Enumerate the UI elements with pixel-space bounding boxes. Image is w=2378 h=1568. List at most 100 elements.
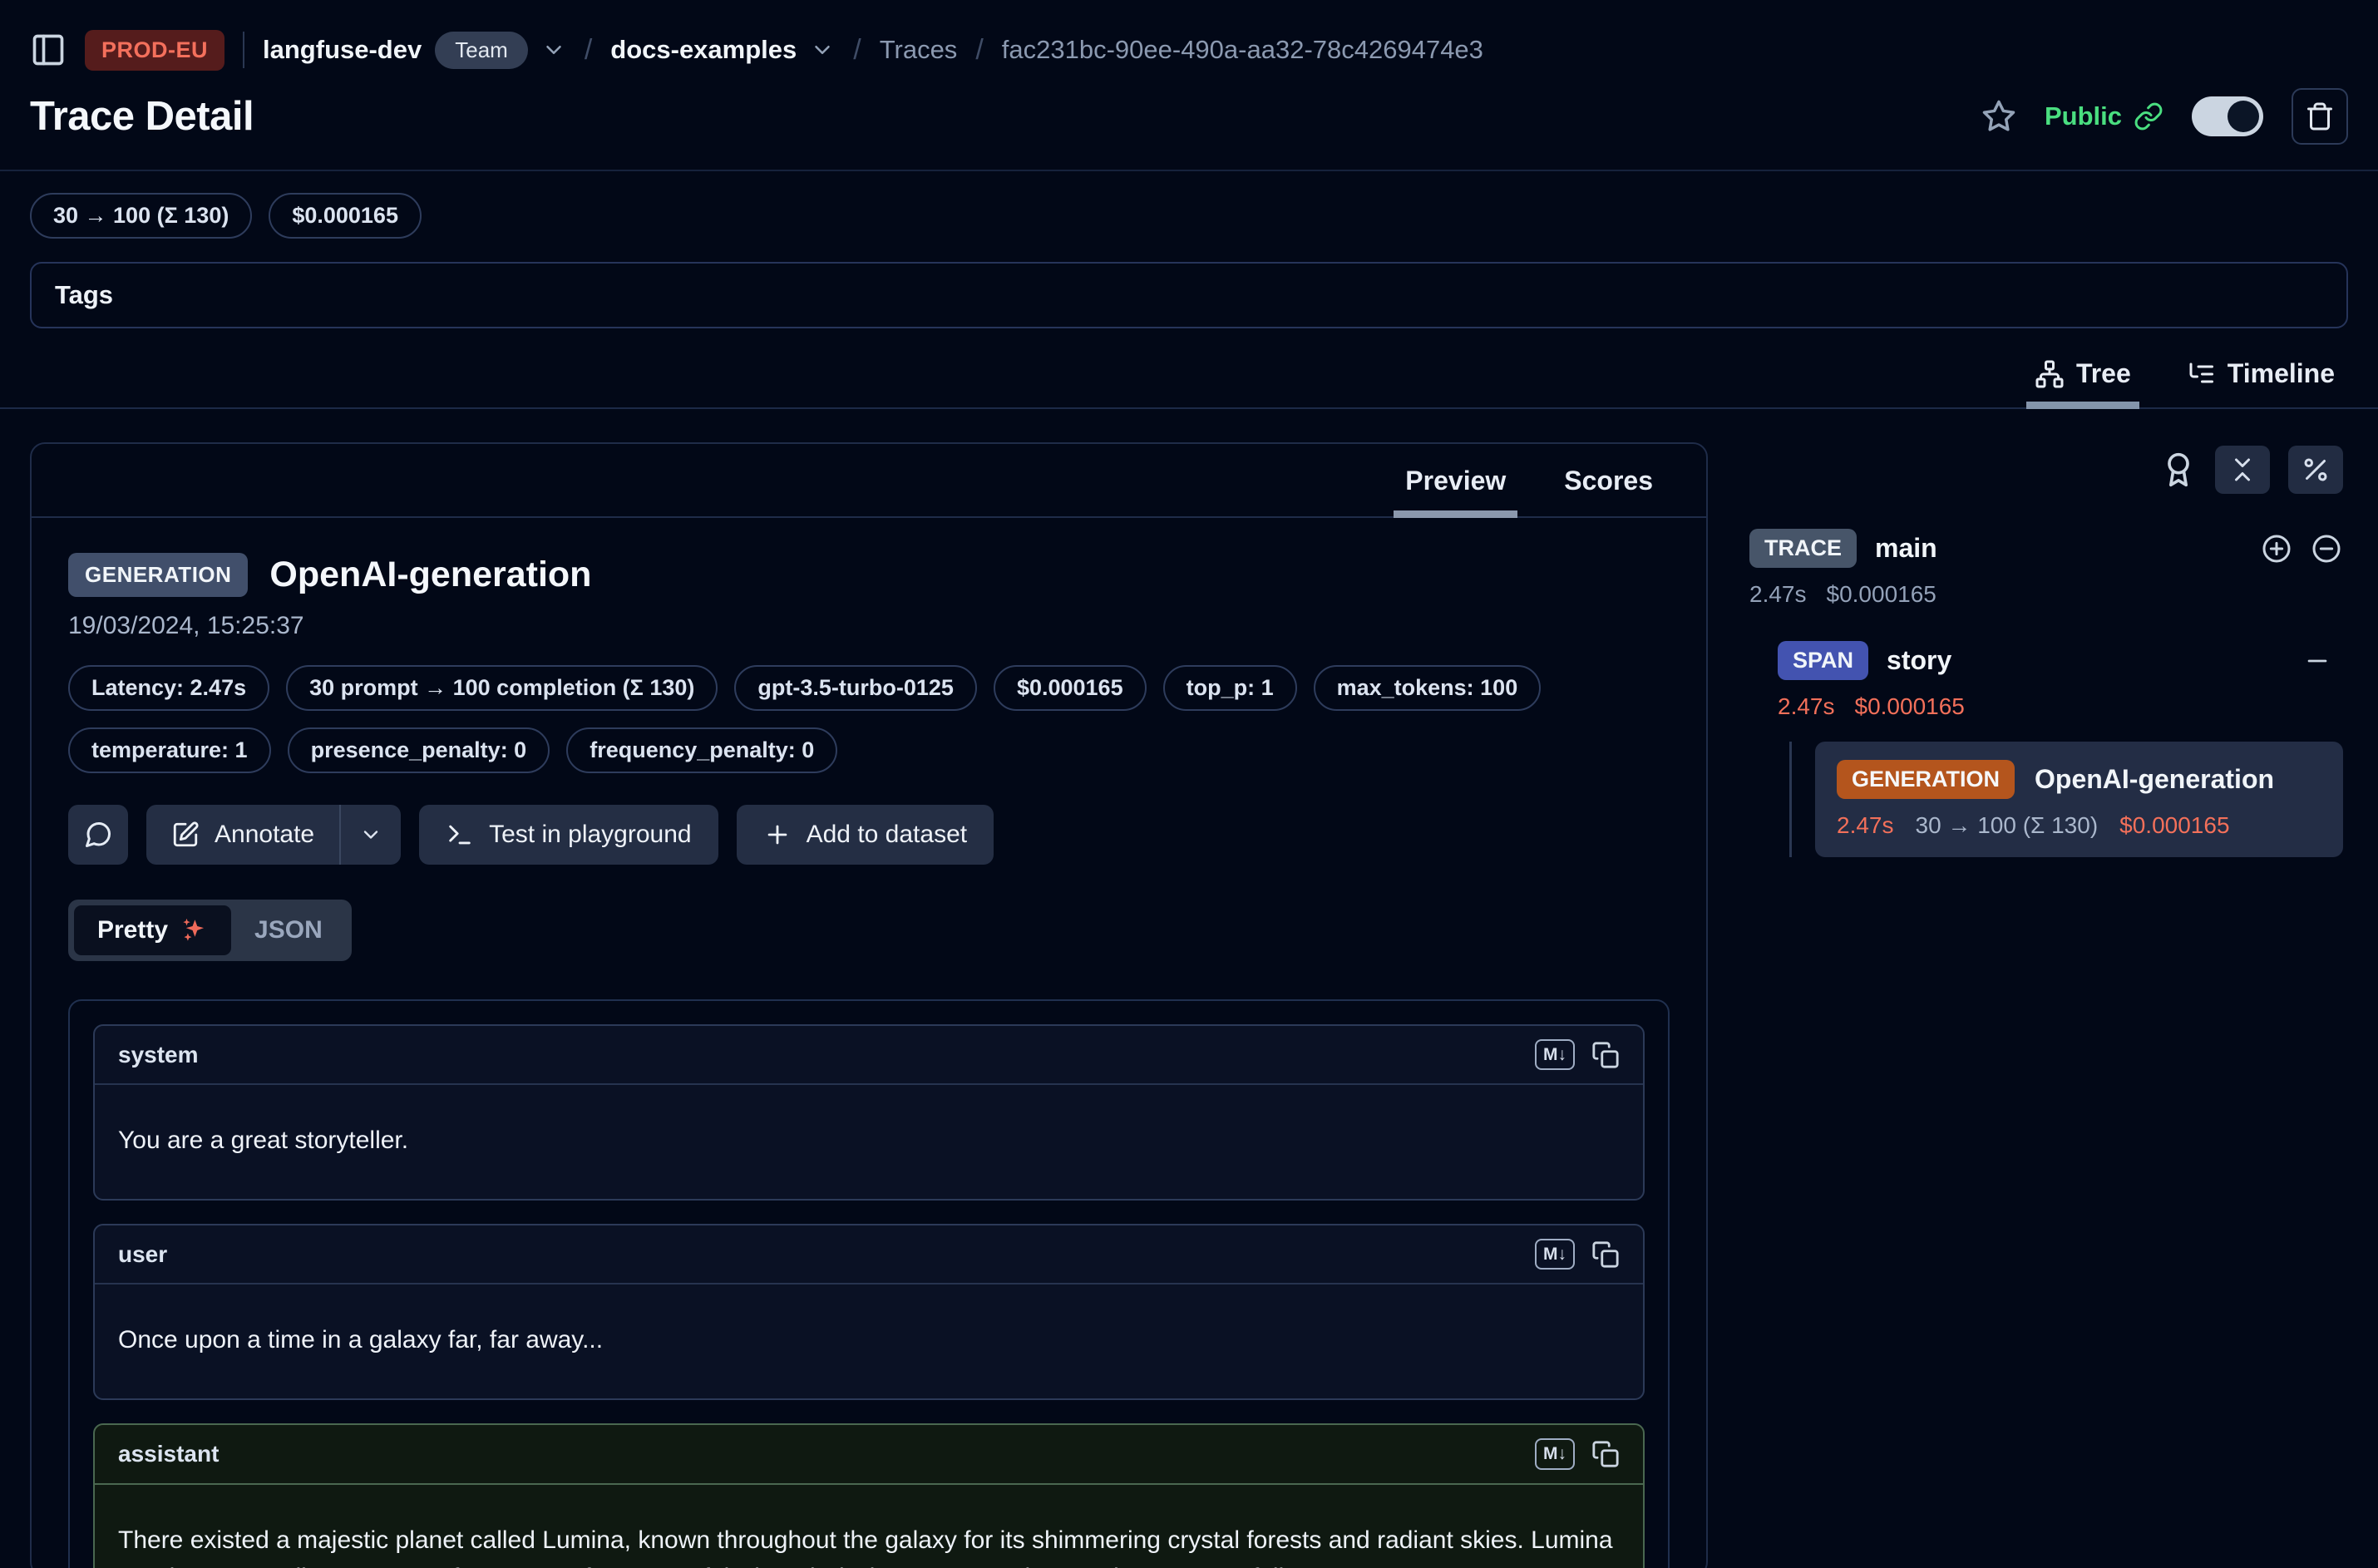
playground-label: Test in playground — [489, 821, 692, 849]
span-badge: SPAN — [1778, 641, 1868, 680]
markdown-toggle-button[interactable]: M↓ — [1535, 1039, 1575, 1070]
tab-timeline[interactable]: Timeline — [2181, 350, 2340, 407]
param-badge: presence_penalty: 0 — [288, 727, 550, 773]
chevrons-collapse-icon — [2228, 455, 2257, 485]
collapse-all-icon[interactable] — [2310, 532, 2343, 565]
collapse-all-button[interactable] — [2215, 446, 2270, 494]
expand-all-icon[interactable] — [2260, 532, 2293, 565]
generation-cost: $0.000165 — [2119, 812, 2229, 839]
message-content: There existed a majestic planet called L… — [95, 1485, 1643, 1568]
copy-icon — [1591, 1240, 1620, 1269]
tab-timeline-label: Timeline — [2228, 358, 2335, 389]
format-toggle: Pretty JSON — [68, 900, 352, 961]
public-link[interactable]: Public — [2045, 101, 2163, 131]
breadcrumb: PROD-EU langfuse-dev Team / docs-example… — [0, 18, 2378, 81]
trace-name: main — [1875, 533, 1937, 564]
assistant-paragraph: There existed a majestic planet called L… — [118, 1521, 1620, 1568]
test-in-playground-button[interactable]: Test in playground — [419, 805, 718, 865]
chevron-down-icon[interactable] — [810, 37, 835, 62]
breadcrumb-traces[interactable]: Traces — [880, 35, 958, 65]
annotate-button[interactable]: Annotate — [146, 805, 339, 865]
generation-metrics: 2.47s 30 → 100 (Σ 130) $0.000165 — [1837, 812, 2321, 839]
generation-badge: GENERATION — [1837, 760, 2015, 799]
tree-icon — [2035, 359, 2065, 389]
markdown-toggle-button[interactable]: M↓ — [1535, 1438, 1575, 1469]
page-title: Trace Detail — [30, 93, 254, 140]
add-to-dataset-label: Add to dataset — [807, 821, 967, 849]
format-pretty-button[interactable]: Pretty — [74, 905, 231, 955]
chevron-down-icon[interactable] — [541, 37, 566, 62]
messages-container: system M↓ You are a great storyteller. — [68, 999, 1670, 1568]
bookmark-star-icon[interactable] — [1981, 99, 2016, 134]
delete-trace-button[interactable] — [2292, 88, 2348, 145]
edit-icon — [171, 821, 200, 849]
sidebar-toggle-icon[interactable] — [30, 32, 67, 68]
tree-node-span[interactable]: SPAN story — [1778, 641, 2343, 680]
message-user: user M↓ Once upon a time in a galaxy far… — [93, 1224, 1645, 1400]
message-role: system — [118, 1042, 199, 1068]
tab-tree[interactable]: Tree — [2030, 350, 2136, 407]
tree-node-trace[interactable]: TRACE main — [1749, 529, 2343, 568]
param-badge: frequency_penalty: 0 — [566, 727, 837, 773]
param-badge: 30 prompt → 100 completion (Σ 130) — [286, 665, 718, 711]
breadcrumb-trace-id: fac231bc-90ee-490a-aa32-78c4269474e3 — [1002, 35, 1483, 65]
annotate-menu-button[interactable] — [341, 805, 401, 865]
metrics-percent-button[interactable] — [2288, 446, 2343, 494]
breadcrumb-project[interactable]: docs-examples — [610, 35, 797, 65]
add-to-dataset-button[interactable]: Add to dataset — [737, 805, 994, 865]
span-cost: $0.000165 — [1855, 693, 1965, 720]
span-name: story — [1887, 645, 1951, 676]
message-content: You are a great storyteller. — [95, 1085, 1643, 1199]
trace-badge: TRACE — [1749, 529, 1857, 568]
panel-tabs: Preview Scores — [32, 444, 1706, 518]
tree-node-generation-selected[interactable]: GENERATION OpenAI-generation 2.47s 30 → … — [1815, 742, 2343, 857]
message-content: Once upon a time in a galaxy far, far aw… — [95, 1284, 1643, 1398]
observation-type-badge: GENERATION — [68, 553, 248, 597]
collapse-span-icon[interactable] — [2303, 647, 2331, 675]
format-json-button[interactable]: JSON — [231, 905, 346, 955]
copy-button[interactable] — [1591, 1240, 1620, 1269]
generation-name: OpenAI-generation — [2035, 764, 2274, 795]
annotate-label: Annotate — [215, 821, 314, 849]
span-metrics: 2.47s $0.000165 — [1778, 693, 2343, 720]
param-badge: $0.000165 — [994, 665, 1147, 711]
copy-button[interactable] — [1591, 1041, 1620, 1069]
link-icon — [2134, 101, 2163, 131]
terminal-icon — [446, 821, 474, 849]
copy-button[interactable] — [1591, 1440, 1620, 1468]
param-badge: max_tokens: 100 — [1314, 665, 1542, 711]
observation-preview-card: Preview Scores GENERATION OpenAI-generat… — [30, 442, 1708, 1568]
award-icon[interactable] — [2160, 451, 2197, 488]
tab-preview[interactable]: Preview — [1400, 444, 1511, 516]
param-badge: top_p: 1 — [1163, 665, 1297, 711]
message-role: user — [118, 1241, 167, 1268]
trace-latency: 2.47s — [1749, 581, 1807, 608]
trace-metrics: 2.47s $0.000165 — [1749, 581, 2343, 608]
public-label: Public — [2045, 101, 2122, 131]
environment-badge: PROD-EU — [85, 30, 224, 71]
markdown-toggle-button[interactable]: M↓ — [1535, 1239, 1575, 1270]
copy-icon — [1591, 1440, 1620, 1468]
pretty-label: Pretty — [97, 916, 168, 944]
tags-container[interactable]: Tags — [30, 262, 2348, 328]
toggle-knob — [2228, 101, 2259, 132]
observation-param-badges: Latency: 2.47s 30 prompt → 100 completio… — [68, 665, 1670, 773]
trace-detail-page: PROD-EU langfuse-dev Team / docs-example… — [0, 0, 2378, 1568]
plus-icon — [763, 821, 792, 849]
json-label: JSON — [254, 916, 323, 944]
view-tabs: Tree Timeline — [0, 350, 2378, 409]
tab-scores[interactable]: Scores — [1559, 444, 1658, 516]
message-system: system M↓ You are a great storyteller. — [93, 1024, 1645, 1201]
comment-button[interactable] — [68, 805, 128, 865]
observation-timestamp: 19/03/2024, 15:25:37 — [68, 612, 1670, 640]
breadcrumb-org[interactable]: langfuse-dev — [263, 35, 422, 65]
breadcrumb-separator: / — [585, 34, 592, 67]
tab-tree-label: Tree — [2076, 358, 2131, 389]
percent-icon — [2301, 455, 2331, 485]
org-role-badge: Team — [435, 32, 528, 69]
trace-cost: $0.000165 — [1827, 581, 1936, 608]
public-toggle[interactable] — [2192, 96, 2263, 136]
span-latency: 2.47s — [1778, 693, 1835, 720]
generation-latency: 2.47s — [1837, 812, 1894, 839]
breadcrumb-separator: / — [975, 34, 983, 67]
